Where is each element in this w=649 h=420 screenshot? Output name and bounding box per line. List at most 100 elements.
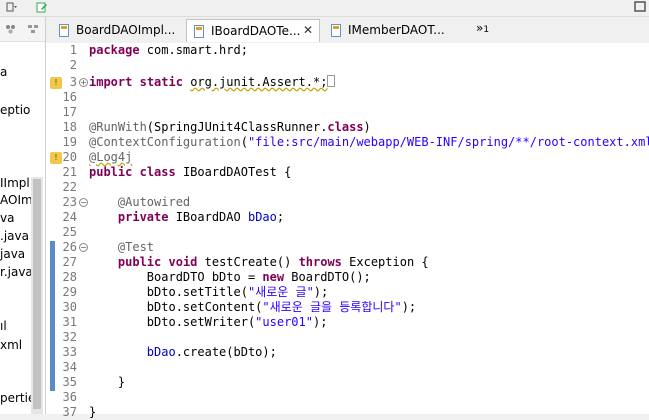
code-line: 33 bDao.create(bDto);: [46, 345, 649, 361]
java-file-icon: [194, 25, 204, 38]
java-file-icon: [59, 24, 69, 37]
code-line: − 26 @Test: [46, 240, 649, 256]
line-number: 22: [62, 180, 77, 194]
tab-label: BoardDAOImpl...: [76, 23, 176, 37]
code-line: 35 }: [46, 375, 649, 391]
line-number: 23: [62, 195, 77, 209]
code-text: @RunWith(SpringJUnit4ClassRunner.class): [89, 120, 371, 134]
code-text: bDao.create(bDto);: [146, 345, 277, 359]
code-text: @Log4j: [89, 150, 133, 164]
code-text: bDto.setTitle("새로운 글");: [146, 285, 329, 299]
tab-boarddaoimpl[interactable]: BoardDAOImpl...: [52, 19, 182, 42]
code-line: 17: [46, 105, 649, 120]
tree-item[interactable]: eptio: [0, 103, 30, 117]
line-number: 19: [62, 135, 77, 149]
code-line: 22: [46, 180, 649, 195]
code-line: 16: [46, 90, 649, 105]
code-line: 37 }: [46, 405, 649, 420]
line-number: 25: [62, 225, 77, 239]
code-line: − 23 @Autowired: [46, 195, 649, 210]
tree-item[interactable]: IImpl.: [0, 176, 34, 190]
tree-item[interactable]: r.java: [0, 265, 33, 279]
tree-item[interactable]: a: [0, 65, 7, 79]
line-number: 28: [62, 270, 77, 284]
fold-collapse-icon[interactable]: −: [79, 243, 88, 252]
code-line: 2: [46, 58, 649, 73]
java-file-icon: [331, 24, 341, 37]
toolbar-dropdown-icon[interactable]: [6, 1, 18, 13]
close-icon[interactable]: ✕: [303, 23, 313, 37]
window-control-icon[interactable]: [631, 0, 649, 14]
line-number: 30: [62, 300, 77, 314]
tree-item[interactable]: .java: [0, 229, 29, 243]
tab-label: IBoardDAOTe...: [211, 24, 301, 38]
code-text: @Autowired: [117, 195, 191, 209]
code-line: 32: [46, 330, 649, 346]
editor-tab-bar: BoardDAOImpl... IBoardDAOTe... ✕ IMember…: [46, 17, 649, 44]
fold-expand-icon[interactable]: +: [79, 78, 88, 87]
line-number: 34: [62, 360, 77, 374]
scrollbar-thumb[interactable]: [33, 179, 41, 409]
code-line: 34: [46, 360, 649, 376]
code-line: ! 20 @Log4j: [46, 150, 649, 165]
code-text: public class IBoardDAOTest {: [89, 165, 292, 179]
line-number: 21: [62, 165, 77, 179]
code-text: private IBoardDAO bDao;: [117, 210, 285, 224]
code-text: public void testCreate() throws Exceptio…: [117, 255, 429, 269]
line-number: 37: [62, 405, 77, 419]
code-text: import static org.junit.Assert.*;: [89, 75, 336, 90]
collapse-icon[interactable]: [26, 22, 40, 36]
line-number: 1: [69, 43, 77, 57]
top-toolbar: [0, 0, 649, 17]
line-number: 31: [62, 315, 77, 329]
line-number: 36: [62, 390, 77, 404]
code-line: 1 package com.smart.hrd;: [46, 43, 649, 58]
code-line: 31 bDto.setWriter("user01");: [46, 315, 649, 331]
fold-collapse-icon[interactable]: −: [79, 198, 88, 207]
code-line: 30 bDto.setContent("새로운 글을 등록합니다");: [46, 300, 649, 316]
line-number: 17: [62, 105, 77, 119]
overflow-count: 1: [483, 25, 490, 35]
code-line: 19 @ContextConfiguration("file:src/main/…: [46, 135, 649, 150]
code-line: 28 BoardDTO bDto = new BoardDTO();: [46, 270, 649, 286]
code-line: 18 @RunWith(SpringJUnit4ClassRunner.clas…: [46, 120, 649, 135]
tree-item[interactable]: java: [0, 247, 25, 261]
tab-imemberdaotest[interactable]: IMemberDAOT...: [324, 19, 454, 42]
line-number: 29: [62, 285, 77, 299]
edit-icon[interactable]: [36, 1, 48, 13]
tree-item[interactable]: ıl: [0, 319, 7, 333]
tree-item[interactable]: va: [0, 211, 14, 225]
filter-icon[interactable]: [4, 22, 18, 36]
code-text: }: [117, 375, 126, 389]
code-text: bDto.setContent("새로운 글을 등록합니다");: [146, 300, 417, 314]
code-line: 24 private IBoardDAO bDao;: [46, 210, 649, 225]
code-line: 25: [46, 225, 649, 240]
line-number: 33: [62, 345, 77, 359]
tab-overflow-button[interactable]: »1: [476, 21, 489, 35]
line-number: 32: [62, 330, 77, 344]
code-line: ! + 3 import static org.junit.Assert.*;: [46, 75, 649, 90]
line-number: 18: [62, 120, 77, 134]
line-number: 27: [62, 255, 77, 269]
line-number: 2: [69, 58, 77, 72]
code-text: @ContextConfiguration("file:src/main/web…: [89, 135, 649, 149]
line-number: 16: [62, 90, 77, 104]
vertical-scrollbar[interactable]: [31, 177, 43, 414]
tab-label: IMemberDAOT...: [348, 23, 445, 37]
tab-iboarddaotest[interactable]: IBoardDAOTe... ✕: [186, 19, 320, 42]
code-text: @Test: [117, 240, 155, 254]
tree-item[interactable]: xml: [0, 338, 22, 352]
package-explorer-toolbar: [0, 17, 45, 42]
folded-imports-box[interactable]: [327, 75, 336, 87]
code-line: 27 public void testCreate() throws Excep…: [46, 255, 649, 271]
code-text: bDto.setWriter("user01");: [146, 315, 328, 329]
code-line: 29 bDto.setTitle("새로운 글");: [46, 285, 649, 301]
code-line: 36: [46, 390, 649, 405]
code-editor[interactable]: 1 package com.smart.hrd; 2 ! + 3 import …: [46, 43, 649, 419]
code-line: 21 public class IBoardDAOTest {: [46, 165, 649, 180]
code-text: package com.smart.hrd;: [89, 43, 248, 57]
code-text: BoardDTO bDto = new BoardDTO();: [146, 270, 371, 284]
tree-item[interactable]: AOIm: [0, 193, 33, 207]
package-explorer-panel: a eptio IImpl. AOIm va .java java r.java…: [0, 17, 46, 414]
line-number: 26: [62, 240, 77, 254]
